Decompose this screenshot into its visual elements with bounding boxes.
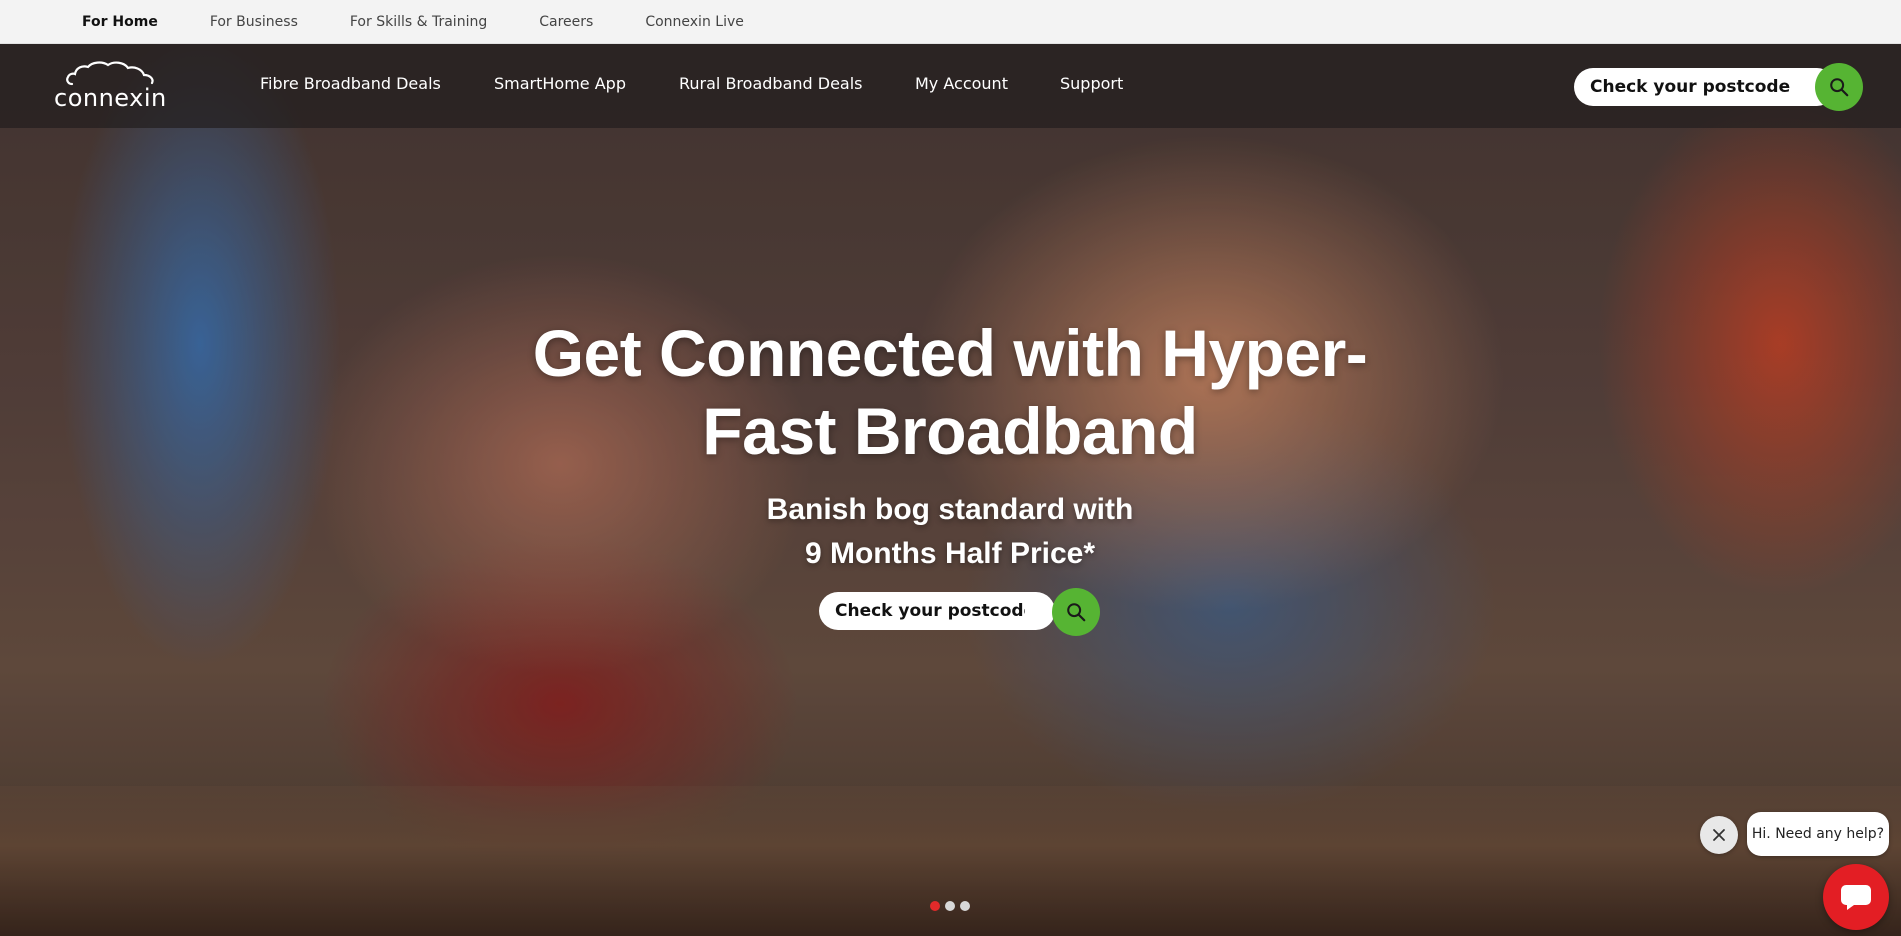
utility-link-for-business[interactable]: For Business <box>210 14 298 30</box>
carousel-dots <box>930 901 970 911</box>
nav-fibre-broadband-deals[interactable]: Fibre Broadband Deals <box>260 74 441 93</box>
nav-rural-broadband-deals[interactable]: Rural Broadband Deals <box>679 74 863 93</box>
header-search-button[interactable] <box>1815 63 1863 111</box>
hero-search-button[interactable] <box>1052 588 1100 636</box>
utility-link-connexin-live[interactable]: Connexin Live <box>645 14 744 30</box>
hero-banner: connexin Fibre Broadband Deals SmartHome… <box>0 44 1901 936</box>
search-icon <box>1067 603 1086 622</box>
search-icon <box>1830 78 1849 97</box>
hero-headline-line-2: Fast Broadband <box>702 394 1198 468</box>
cloud-logo-icon <box>66 61 154 86</box>
hero-subheadline-line-1: Banish bog standard with <box>766 493 1134 526</box>
utility-bar: For Home For Business For Skills & Train… <box>0 0 1901 44</box>
header-postcode-input[interactable] <box>1590 75 1790 99</box>
header-postcode-search <box>1574 68 1836 106</box>
nav-smarthome-app[interactable]: SmartHome App <box>494 74 626 93</box>
utility-link-for-home[interactable]: For Home <box>82 14 158 30</box>
connexin-logo[interactable]: connexin <box>54 60 166 116</box>
hero-headline-line-1: Get Connected with Hyper- <box>532 316 1368 390</box>
carousel-dot-1[interactable] <box>930 901 940 911</box>
chat-icon <box>1841 885 1871 910</box>
chat-close-button[interactable] <box>1700 816 1738 854</box>
utility-link-skills-training[interactable]: For Skills & Training <box>350 14 487 30</box>
hero-postcode-input[interactable] <box>835 599 1025 623</box>
nav-support[interactable]: Support <box>1060 74 1123 93</box>
chat-launcher-button[interactable] <box>1823 864 1889 930</box>
carousel-dot-3[interactable] <box>960 901 970 911</box>
hero-subheadline-line-2: 9 Months Half Price* <box>804 537 1096 570</box>
hero-postcode-search <box>819 592 1055 630</box>
carousel-dot-2[interactable] <box>945 901 955 911</box>
logo-wordmark: connexin <box>54 84 167 112</box>
nav-my-account[interactable]: My Account <box>915 74 1008 93</box>
close-icon <box>1713 829 1725 841</box>
utility-link-careers[interactable]: Careers <box>539 14 593 30</box>
hero-subheadline: Banish bog standard with 9 Months Half P… <box>600 488 1300 576</box>
main-nav: connexin Fibre Broadband Deals SmartHome… <box>0 44 1901 128</box>
chat-greeting-bubble[interactable]: Hi. Need any help? <box>1747 812 1889 856</box>
hero-headline: Get Connected with Hyper- Fast Broadband <box>450 314 1450 470</box>
